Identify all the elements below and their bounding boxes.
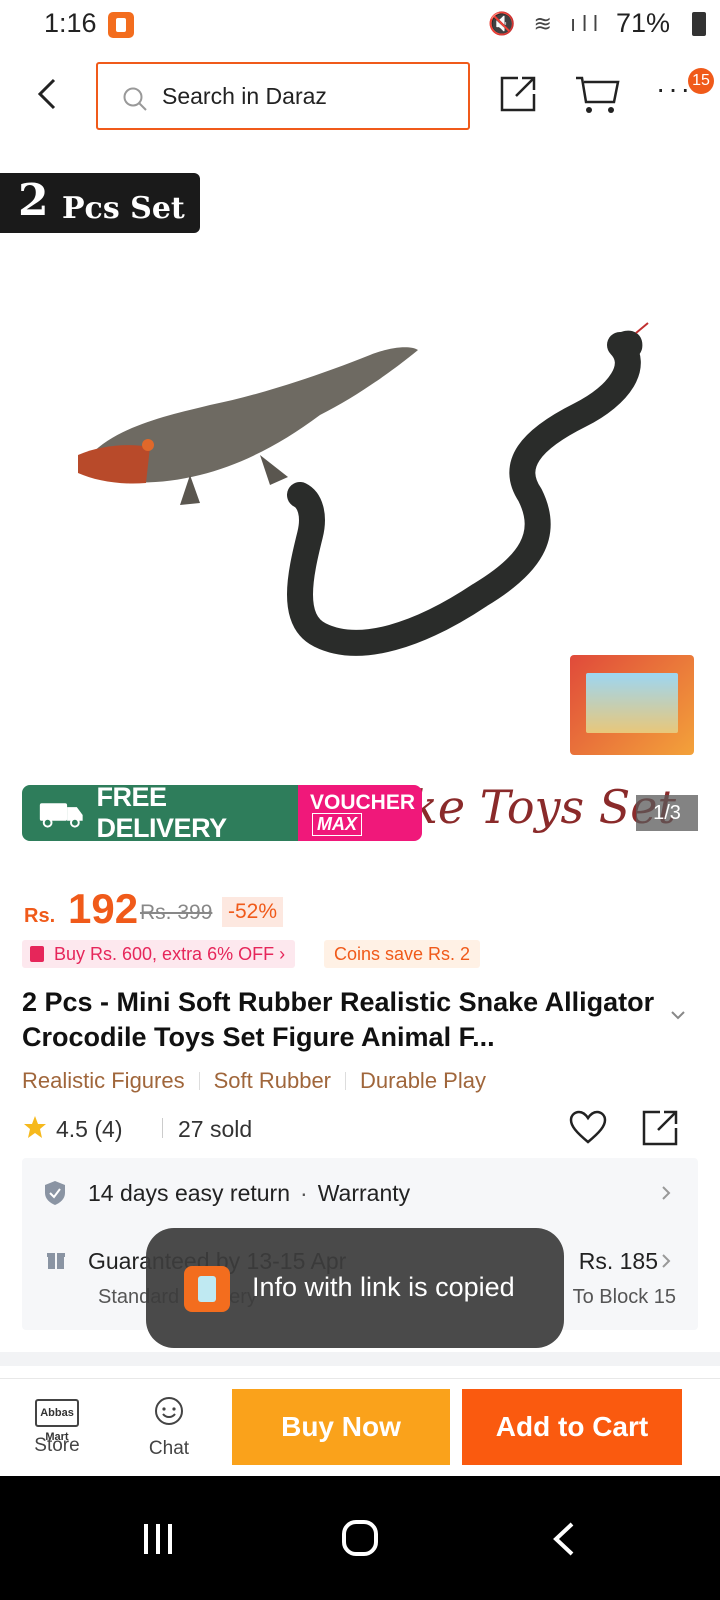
pcs-set-text: Pcs Set [62,191,185,226]
return-warranty-row[interactable]: 14 days easy return · Warranty [22,1178,698,1208]
back-icon[interactable] [548,1520,578,1558]
toast-text: Info with link is copied [252,1272,515,1302]
daraz-app-icon [108,12,134,38]
share-button[interactable] [498,74,538,114]
store-button[interactable]: Abbas Mart Store [26,1393,88,1463]
product-gallery[interactable]: 2 Pcs Set ke Toys Set FREE DELIVERY VOUC… [0,145,720,860]
voucher-max-badge: VOUCHER MAX [298,785,422,841]
search-icon [123,87,147,111]
chevron-down-icon[interactable] [668,1008,688,1022]
notification-badge: 15 [688,68,714,94]
share-icon[interactable] [640,1108,680,1148]
search-placeholder: Search in Daraz [162,83,327,109]
cart-button[interactable] [574,74,620,116]
warranty-text: Warranty [317,1180,411,1206]
back-arrow-icon [37,78,56,110]
recent-apps-icon[interactable] [140,1522,176,1556]
voucher-label: VOUCHER [310,791,416,814]
voucher-max-label: MAX [312,813,362,836]
star-icon [24,1116,46,1138]
shield-icon [45,1181,65,1205]
search-input[interactable]: Search in Daraz [96,62,470,130]
buy-now-button[interactable]: Buy Now [232,1389,450,1465]
promo-banner: FREE DELIVERY VOUCHER MAX [22,785,422,841]
chevron-right-icon [662,1186,671,1200]
pcs-set-number: 2 [18,175,49,226]
pcs-set-tag: 2 Pcs Set [0,173,200,233]
home-icon[interactable] [340,1518,380,1558]
truck-icon [39,803,83,828]
package-image [570,655,694,755]
tag-item: Soft Rubber [213,1068,332,1093]
rating-separator [162,1118,163,1138]
offers-row: Buy Rs. 600, extra 6% OFF › Coins save R… [22,940,702,970]
coins-offer[interactable]: Coins save Rs. 2 [324,940,481,968]
bundle-offer-text: Buy Rs. 600, extra 6% OFF [54,944,275,964]
original-price: Rs. 399 [140,901,213,924]
sold-count: 27 sold [178,1116,253,1142]
status-bar: 1:16 🔇 ≋ ıll 71% [0,0,720,50]
section-divider [0,1352,720,1366]
battery-text: 71% [615,8,670,38]
product-tags: Realistic Figures Soft Rubber Durable Pl… [22,1068,486,1094]
add-to-cart-button[interactable]: Add to Cart [462,1389,682,1465]
return-warranty-text: 14 days easy return · Warranty [88,1180,410,1207]
battery-icon [692,12,706,36]
heart-icon[interactable] [568,1108,608,1148]
status-indicators: 🔇 ≋ ıll 71% [488,8,670,39]
chat-icon [155,1397,183,1425]
price-currency: Rs. [24,905,56,927]
back-button[interactable] [30,74,70,114]
tag-item: Realistic Figures [22,1068,185,1093]
delivery-location: To Block 15 [572,1286,676,1308]
store-logo: Abbas Mart [35,1399,79,1443]
rating-value[interactable]: 4.5 (4) [56,1116,122,1143]
cart-icon [576,76,620,113]
daraz-app-icon [184,1266,230,1312]
signal-icons: 🔇 ≋ ıll [488,10,604,36]
chevron-right-icon: › [279,944,286,964]
tag-separator [198,1072,200,1090]
bottom-action-bar: Abbas Mart Store Chat Buy Now Add to Car… [0,1378,720,1476]
bundle-offer[interactable]: Buy Rs. 600, extra 6% OFF › [22,940,296,968]
chat-label: Chat [148,1438,190,1459]
chat-button[interactable]: Chat [138,1393,200,1463]
product-title: 2 Pcs - Mini Soft Rubber Realistic Snake… [22,987,655,1052]
free-delivery-label: FREE DELIVERY [96,785,228,841]
delivery-price: Rs. 185 [578,1248,658,1274]
rating-row: 4.5 (4) 27 sold [22,1108,702,1148]
voucher-icon [30,946,44,962]
price-row: Rs. 192 Rs. 399 -52% [22,885,702,935]
current-price: 192 [68,885,139,932]
discount-badge: -52% [222,897,284,927]
store-label: Store [34,1435,80,1456]
toast-message: Info with link is copied [146,1228,564,1348]
share-icon [500,76,536,112]
tag-item: Durable Play [360,1068,486,1093]
free-delivery-badge: FREE DELIVERY [22,785,298,841]
status-time: 1:16 [44,8,97,38]
tag-separator [345,1072,347,1090]
top-bar: Search in Daraz ··· 15 [0,60,720,130]
package-icon [47,1253,65,1269]
chevron-right-icon [662,1254,671,1268]
image-counter: 1/3 [636,795,698,831]
return-text: 14 days easy return [88,1180,291,1206]
system-navigation-bar [0,1476,720,1600]
separator-dot: · [300,1180,308,1206]
